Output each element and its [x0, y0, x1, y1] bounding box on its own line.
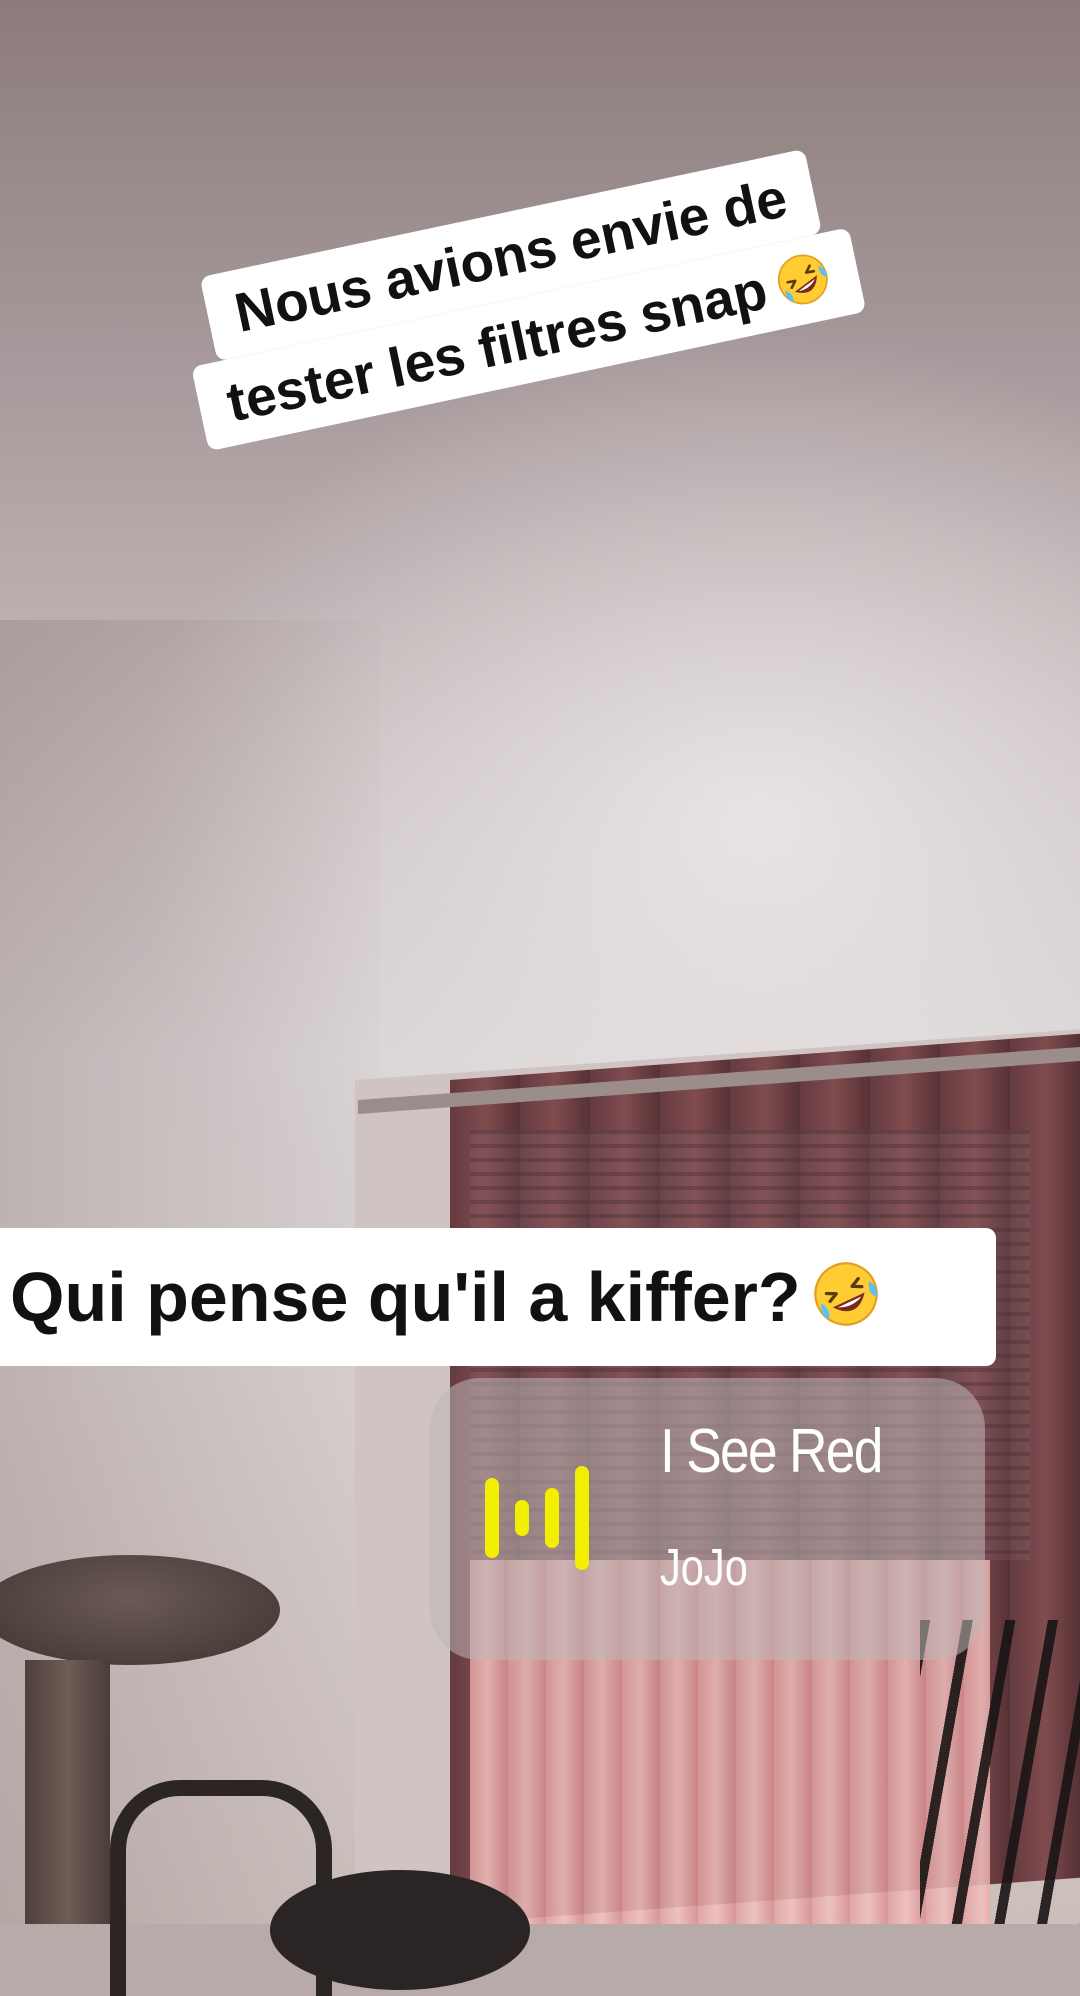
caption-middle-line: Qui pense qu'il a kiffer? [0, 1257, 881, 1337]
track-artist: JoJo [660, 1539, 748, 1597]
caption-sticker-middle[interactable]: Qui pense qu'il a kiffer? [0, 1228, 996, 1366]
music-sticker[interactable]: I See Red JoJo [430, 1378, 985, 1660]
caption-middle-text: Qui pense qu'il a kiffer? [10, 1258, 801, 1336]
cat-tree-post [25, 1660, 110, 1924]
audio-bars-icon [485, 1466, 589, 1570]
rolling-laughing-emoji-icon [777, 254, 828, 305]
rolling-laughing-emoji-icon [813, 1262, 878, 1327]
chair-legs [920, 1620, 1080, 1924]
person-head [270, 1870, 530, 1990]
track-title: I See Red [660, 1417, 883, 1486]
